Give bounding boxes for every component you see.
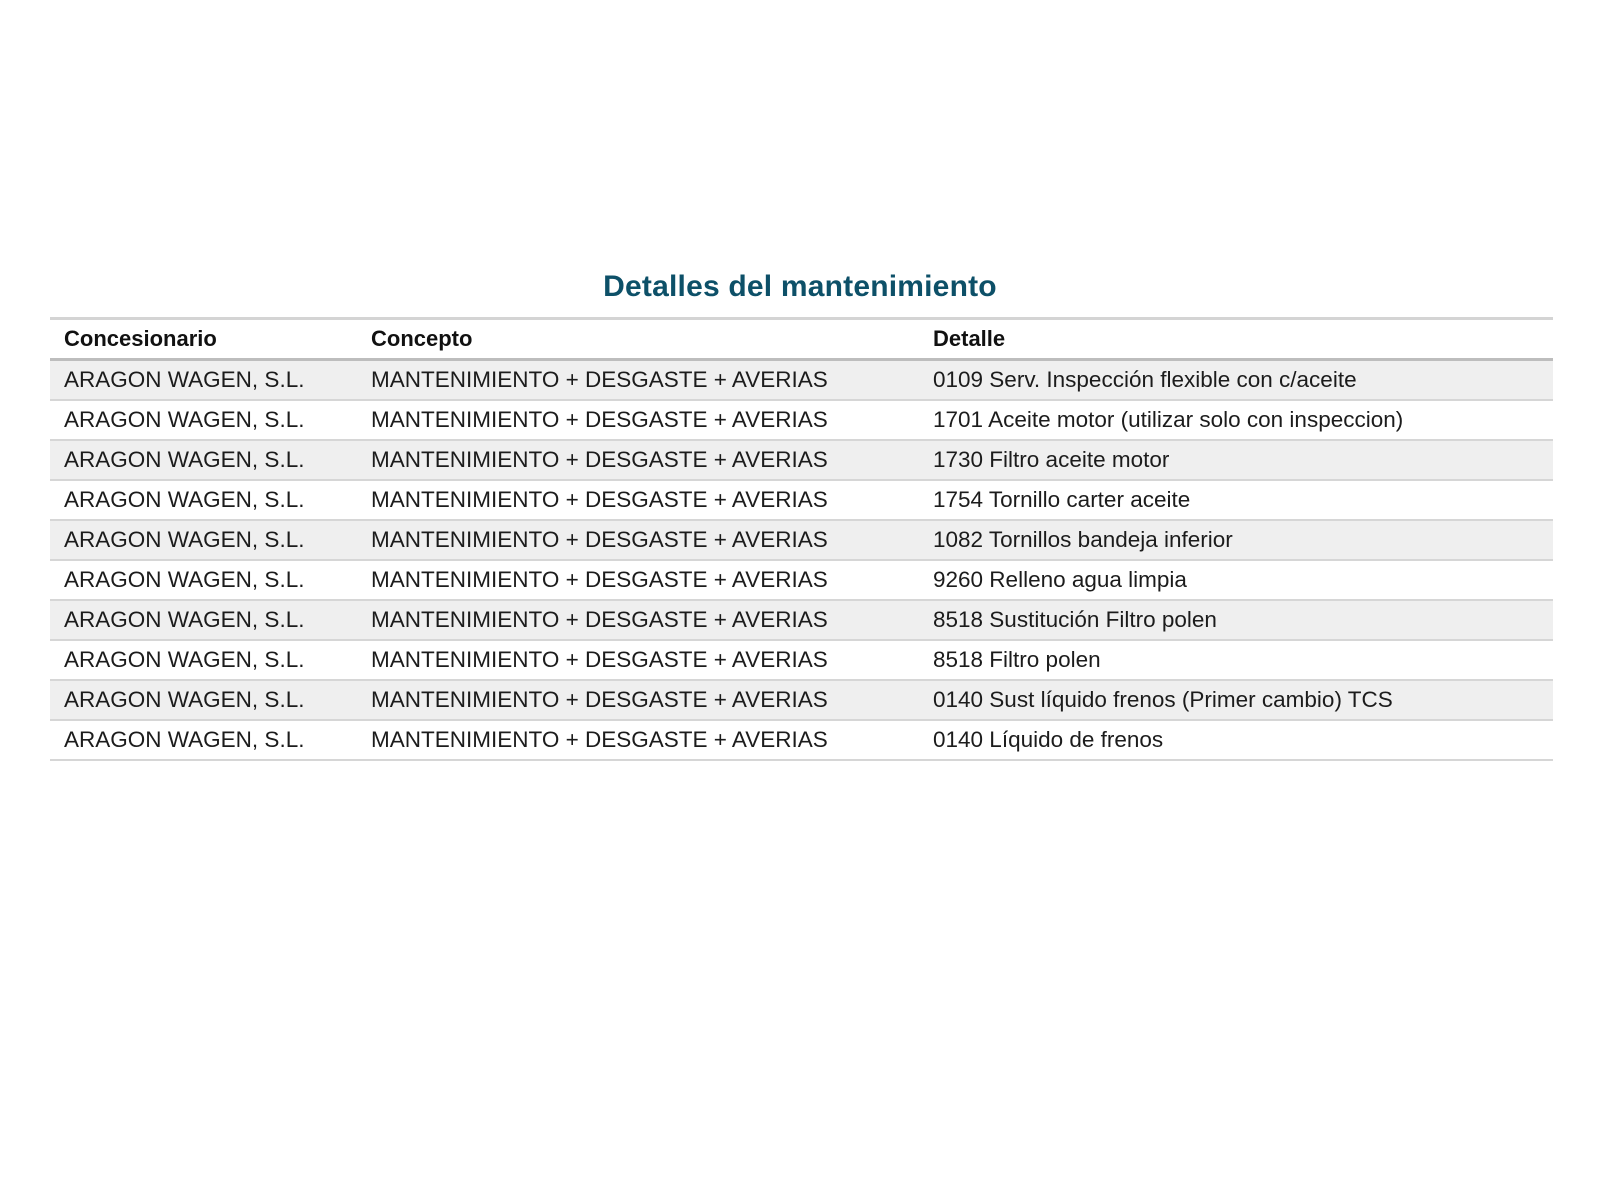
cell-concesionario: ARAGON WAGEN, S.L.	[64, 687, 305, 712]
cell-detalle: 9260 Relleno agua limpia	[933, 567, 1187, 592]
table-header: Concesionario Concepto Detalle	[50, 318, 1553, 360]
header-concesionario: Concesionario	[64, 326, 217, 351]
cell-concepto: MANTENIMIENTO + DESGASTE + AVERIAS	[371, 727, 828, 752]
cell-concesionario: ARAGON WAGEN, S.L.	[64, 407, 305, 432]
cell-detalle: 0109 Serv. Inspección flexible con c/ace…	[933, 367, 1357, 392]
cell-concepto: MANTENIMIENTO + DESGASTE + AVERIAS	[371, 527, 828, 552]
table-row: ARAGON WAGEN, S.L. MANTENIMIENTO + DESGA…	[50, 520, 1553, 560]
cell-detalle: 1754 Tornillo carter aceite	[933, 487, 1191, 512]
table-row: ARAGON WAGEN, S.L. MANTENIMIENTO + DESGA…	[50, 359, 1553, 400]
maintenance-table-container: Concesionario Concepto Detalle ARAGON WA…	[50, 317, 1553, 761]
cell-detalle: 8518 Filtro polen	[933, 647, 1101, 672]
table-row: ARAGON WAGEN, S.L. MANTENIMIENTO + DESGA…	[50, 720, 1553, 760]
cell-concepto: MANTENIMIENTO + DESGASTE + AVERIAS	[371, 447, 828, 472]
cell-detalle: 0140 Líquido de frenos	[933, 727, 1164, 752]
cell-concepto: MANTENIMIENTO + DESGASTE + AVERIAS	[371, 487, 828, 512]
page-title: Detalles del mantenimiento	[603, 270, 997, 304]
cell-concepto: MANTENIMIENTO + DESGASTE + AVERIAS	[371, 367, 828, 392]
table-row: ARAGON WAGEN, S.L. MANTENIMIENTO + DESGA…	[50, 440, 1553, 480]
cell-concepto: MANTENIMIENTO + DESGASTE + AVERIAS	[371, 687, 828, 712]
header-row: Concesionario Concepto Detalle	[50, 318, 1553, 360]
cell-detalle: 1730 Filtro aceite motor	[933, 447, 1170, 472]
cell-concesionario: ARAGON WAGEN, S.L.	[64, 647, 305, 672]
cell-concepto: MANTENIMIENTO + DESGASTE + AVERIAS	[371, 407, 828, 432]
table-row: ARAGON WAGEN, S.L. MANTENIMIENTO + DESGA…	[50, 560, 1553, 600]
cell-concesionario: ARAGON WAGEN, S.L.	[64, 527, 305, 552]
table-row: ARAGON WAGEN, S.L. MANTENIMIENTO + DESGA…	[50, 600, 1553, 640]
cell-detalle: 8518 Sustitución Filtro polen	[933, 607, 1217, 632]
cell-concepto: MANTENIMIENTO + DESGASTE + AVERIAS	[371, 647, 828, 672]
table-row: ARAGON WAGEN, S.L. MANTENIMIENTO + DESGA…	[50, 680, 1553, 720]
table-row: ARAGON WAGEN, S.L. MANTENIMIENTO + DESGA…	[50, 640, 1553, 680]
cell-detalle: 0140 Sust líquido frenos (Primer cambio)…	[933, 687, 1393, 712]
table-row: ARAGON WAGEN, S.L. MANTENIMIENTO + DESGA…	[50, 480, 1553, 520]
cell-concesionario: ARAGON WAGEN, S.L.	[64, 727, 305, 752]
cell-concesionario: ARAGON WAGEN, S.L.	[64, 567, 305, 592]
cell-detalle: 1701 Aceite motor (utilizar solo con ins…	[933, 407, 1404, 432]
table-row: ARAGON WAGEN, S.L. MANTENIMIENTO + DESGA…	[50, 400, 1553, 440]
table-body: ARAGON WAGEN, S.L. MANTENIMIENTO + DESGA…	[50, 359, 1553, 760]
cell-concesionario: ARAGON WAGEN, S.L.	[64, 487, 305, 512]
maintenance-table: Concesionario Concepto Detalle ARAGON WA…	[50, 317, 1553, 761]
header-detalle: Detalle	[933, 326, 1006, 351]
cell-concepto: MANTENIMIENTO + DESGASTE + AVERIAS	[371, 607, 828, 632]
header-concepto: Concepto	[371, 326, 473, 351]
cell-detalle: 1082 Tornillos bandeja inferior	[933, 527, 1233, 552]
cell-concepto: MANTENIMIENTO + DESGASTE + AVERIAS	[371, 567, 828, 592]
cell-concesionario: ARAGON WAGEN, S.L.	[64, 447, 305, 472]
cell-concesionario: ARAGON WAGEN, S.L.	[64, 607, 305, 632]
cell-concesionario: ARAGON WAGEN, S.L.	[64, 367, 305, 392]
